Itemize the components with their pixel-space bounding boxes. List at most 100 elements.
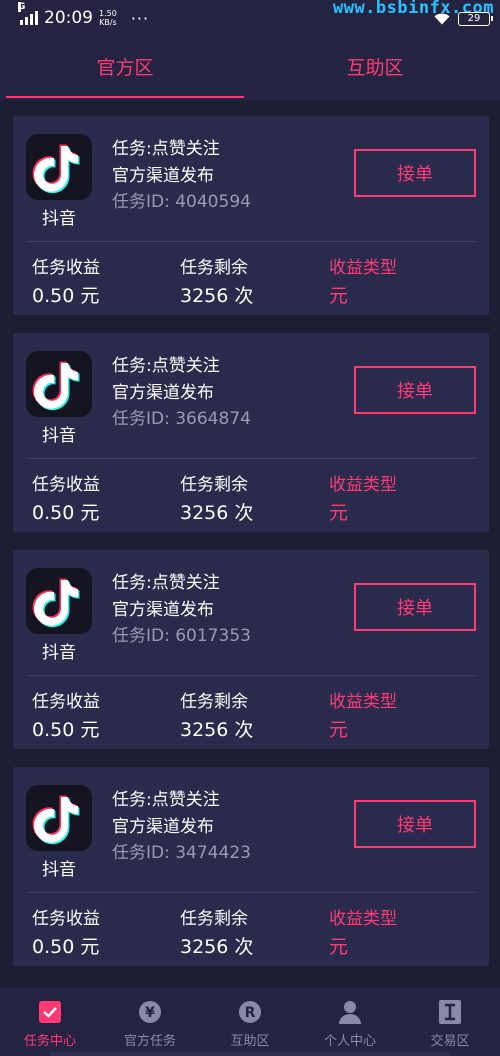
check-square-icon (38, 1000, 62, 1024)
income-type-value: 元 (329, 719, 349, 741)
income-type-stat: 收益类型 元 (329, 687, 397, 742)
remaining-value: 3256 次 (180, 719, 254, 741)
remaining-value: 3256 次 (180, 285, 254, 307)
app-name: 抖音 (42, 860, 76, 880)
income-type-stat: 收益类型 元 (329, 253, 397, 308)
tab-official-zone[interactable]: 官方区 (0, 36, 250, 100)
income-type-stat: 收益类型 元 (329, 904, 397, 959)
task-type: 任务:点赞关注 (112, 356, 220, 376)
task-list: 抖音 任务:点赞关注 官方渠道发布 任务ID: 4040594 接单 任务收益 … (13, 116, 489, 984)
take-order-button[interactable]: 接单 (354, 583, 476, 631)
tiktok-icon (26, 568, 92, 634)
remaining-label: 任务剩余 (180, 475, 248, 495)
income-label: 任务收益 (32, 909, 100, 929)
remaining-label: 任务剩余 (180, 258, 248, 278)
nav-label: 交易区 (430, 1034, 470, 1049)
income-value: 0.50 元 (32, 936, 100, 958)
tiktok-logo (32, 361, 80, 411)
remaining-value: 3256 次 (180, 502, 254, 524)
yen-circle-icon: ¥ (138, 1000, 162, 1024)
status-right: 29 (434, 12, 493, 26)
registered-circle-icon: R (238, 1000, 262, 1024)
bottom-nav: 任务中心 ¥ 官方任务 R 互助区 个人中心 交易区 (0, 988, 500, 1056)
nav-task-center[interactable]: 任务中心 (0, 988, 100, 1056)
task-type: 任务:点赞关注 (112, 139, 220, 159)
task-channel: 官方渠道发布 (112, 600, 214, 620)
divider (26, 241, 476, 242)
tiktok-logo (32, 144, 80, 194)
income-value: 0.50 元 (32, 719, 100, 741)
status-left: G 20:09 1.50 KB/s ··· (18, 2, 150, 28)
task-channel: 官方渠道发布 (112, 817, 214, 837)
nav-official-tasks[interactable]: ¥ 官方任务 (100, 988, 200, 1056)
remaining-stat: 任务剩余 3256 次 (180, 253, 253, 308)
income-label: 任务收益 (32, 692, 100, 712)
income-stat: 任务收益 0.50 元 (32, 253, 100, 308)
nav-label: 互助区 (230, 1034, 270, 1049)
income-type-label: 收益类型 (329, 909, 397, 929)
income-type-value: 元 (329, 285, 349, 307)
nav-mutual-aid[interactable]: R 互助区 (200, 988, 300, 1056)
income-label: 任务收益 (32, 475, 100, 495)
remaining-label: 任务剩余 (180, 692, 248, 712)
take-order-button[interactable]: 接单 (354, 366, 476, 414)
tiktok-logo (32, 795, 80, 845)
income-stat: 任务收益 0.50 元 (32, 904, 100, 959)
app-name: 抖音 (42, 426, 76, 446)
income-label: 任务收益 (32, 258, 100, 278)
income-value: 0.50 元 (32, 502, 100, 524)
app-name: 抖音 (42, 209, 76, 229)
network-speed: 1.50 KB/s (99, 9, 117, 27)
nav-trading-zone[interactable]: 交易区 (400, 988, 500, 1056)
signal-icon: G (18, 2, 38, 25)
income-type-label: 收益类型 (329, 258, 397, 278)
status-bar: G 20:09 1.50 KB/s ··· www.bsbinfx.com 29 (0, 0, 500, 36)
zone-tabs: 官方区 互助区 (0, 36, 500, 100)
divider (26, 892, 476, 893)
roman-one-icon (438, 1000, 462, 1024)
income-type-stat: 收益类型 元 (329, 470, 397, 525)
task-card: 抖音 任务:点赞关注 官方渠道发布 任务ID: 4040594 接单 任务收益 … (13, 116, 489, 315)
income-type-label: 收益类型 (329, 475, 397, 495)
remaining-label: 任务剩余 (180, 909, 248, 929)
tiktok-logo (32, 578, 80, 628)
task-channel: 官方渠道发布 (112, 166, 214, 186)
divider (26, 458, 476, 459)
tiktok-icon (26, 785, 92, 851)
remaining-value: 3256 次 (180, 936, 254, 958)
tab-mutual-aid-zone[interactable]: 互助区 (250, 36, 500, 100)
tiktok-icon (26, 134, 92, 200)
app-name: 抖音 (42, 643, 76, 663)
income-type-value: 元 (329, 936, 349, 958)
task-type: 任务:点赞关注 (112, 790, 220, 810)
remaining-stat: 任务剩余 3256 次 (180, 687, 253, 742)
task-card: 抖音 任务:点赞关注 官方渠道发布 任务ID: 6017353 接单 任务收益 … (13, 550, 489, 749)
take-order-button[interactable]: 接单 (354, 800, 476, 848)
income-value: 0.50 元 (32, 285, 100, 307)
task-id: 任务ID: 3474423 (112, 843, 251, 863)
task-id: 任务ID: 6017353 (112, 626, 251, 646)
task-id: 任务ID: 3664874 (112, 409, 251, 429)
tiktok-icon (26, 351, 92, 417)
nav-label: 任务中心 (23, 1034, 76, 1049)
task-id: 任务ID: 4040594 (112, 192, 251, 212)
income-stat: 任务收益 0.50 元 (32, 687, 100, 742)
network-type: G (18, 2, 26, 12)
svg-text:R: R (245, 1005, 256, 1021)
battery-icon: 29 (458, 12, 493, 26)
more-dots: ··· (130, 8, 150, 28)
task-channel: 官方渠道发布 (112, 383, 214, 403)
remaining-stat: 任务剩余 3256 次 (180, 470, 253, 525)
svg-text:¥: ¥ (145, 1005, 155, 1021)
status-time: 20:09 (44, 8, 93, 28)
nav-personal-center[interactable]: 个人中心 (300, 988, 400, 1056)
person-icon (338, 1000, 362, 1024)
task-type: 任务:点赞关注 (112, 573, 220, 593)
remaining-stat: 任务剩余 3256 次 (180, 904, 253, 959)
income-stat: 任务收益 0.50 元 (32, 470, 100, 525)
divider (26, 675, 476, 676)
nav-label: 官方任务 (123, 1034, 176, 1049)
task-card: 抖音 任务:点赞关注 官方渠道发布 任务ID: 3664874 接单 任务收益 … (13, 333, 489, 532)
income-type-value: 元 (329, 502, 349, 524)
take-order-button[interactable]: 接单 (354, 149, 476, 197)
